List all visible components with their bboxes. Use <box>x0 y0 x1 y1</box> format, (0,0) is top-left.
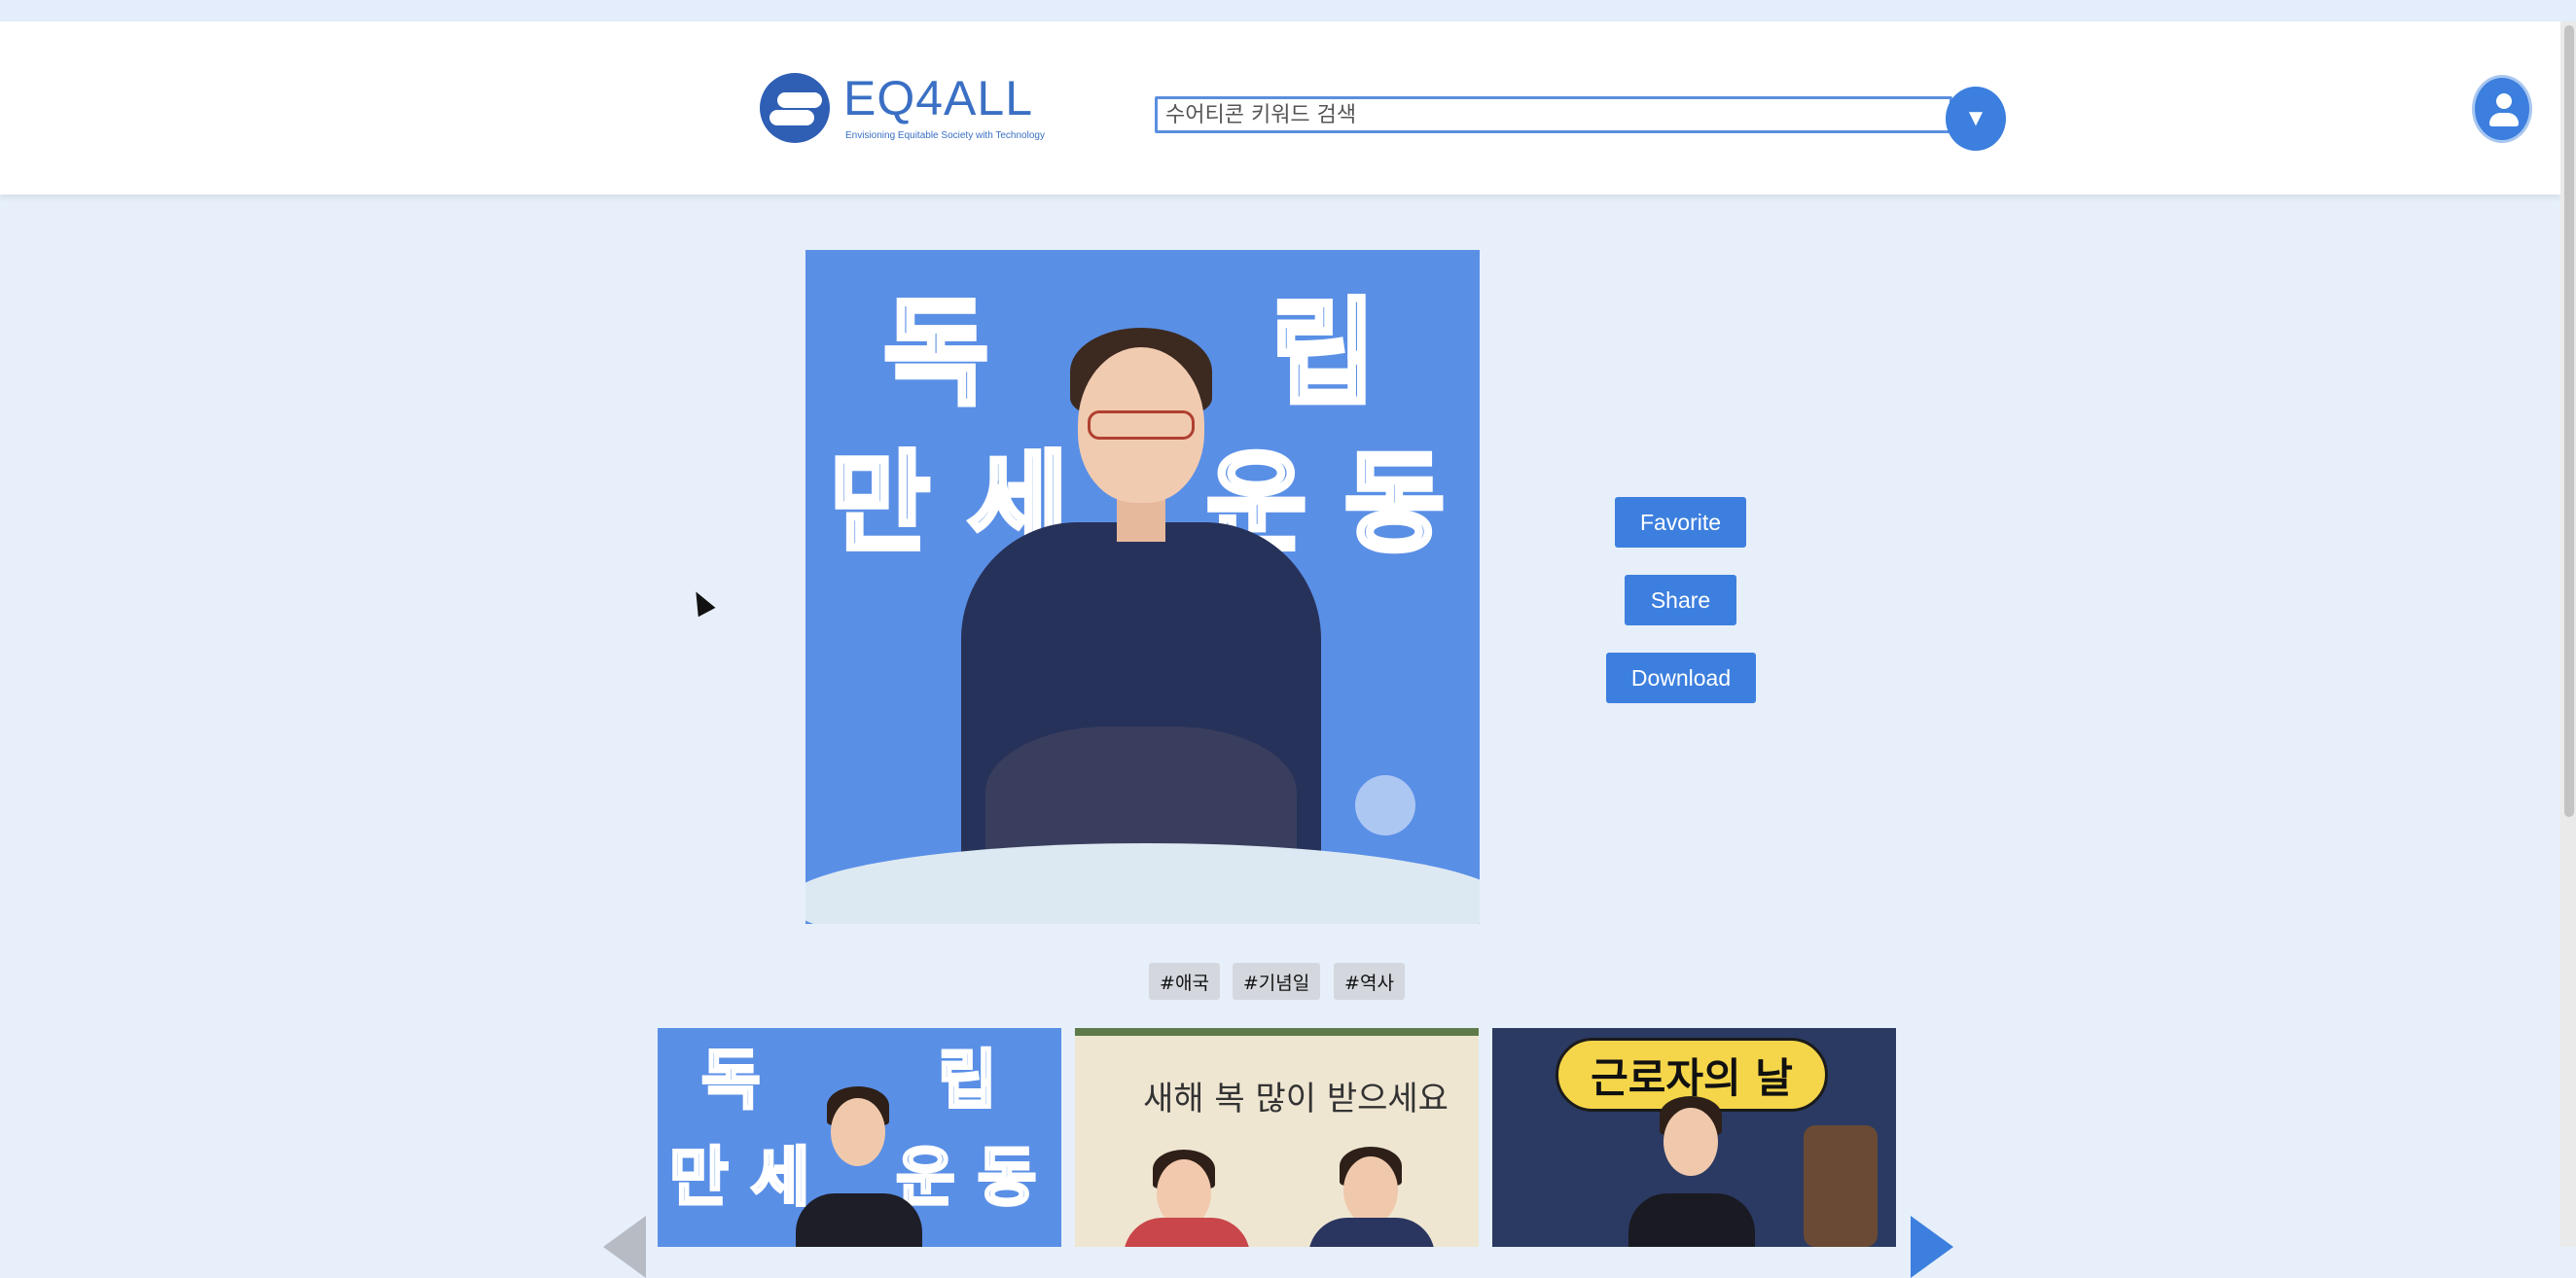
thumb-title: 만 세 <box>667 1139 810 1217</box>
download-button[interactable]: Download <box>1606 653 1756 703</box>
carousel-next-icon[interactable] <box>1911 1216 1953 1278</box>
watermark-logo-icon <box>1355 775 1415 835</box>
related-thumbnail[interactable]: 새해 복 많이 받으세요 <box>1075 1028 1479 1247</box>
carousel-prev-icon[interactable] <box>603 1216 646 1278</box>
user-profile-button[interactable] <box>2472 75 2532 143</box>
logo[interactable]: EQ4ALL Envisioning Equitable Society wit… <box>760 49 1052 146</box>
tag-chip[interactable]: #애국 <box>1149 963 1220 1000</box>
image-title-right-1: 립 <box>1269 284 1379 423</box>
search-dropdown-button[interactable]: ▼ <box>1946 87 2006 151</box>
main-signticon-image: 독 립 만 세 운 동 <box>805 250 1480 924</box>
tag-chip[interactable]: #기념일 <box>1233 963 1320 1000</box>
related-thumbnail[interactable]: 독 립 만 세 운 동 <box>658 1028 1061 1247</box>
thumb-title: 운 동 <box>894 1139 1037 1217</box>
avatar-body <box>1124 1218 1250 1247</box>
scrollbar-thumb[interactable] <box>2564 25 2574 817</box>
logo-icon <box>760 73 830 143</box>
thumb-caption: 새해 복 많이 받으세요 <box>1143 1080 1449 1118</box>
mouse-cursor-icon <box>687 586 716 618</box>
image-title-left-1: 독 <box>881 284 992 423</box>
chevron-down-icon: ▼ <box>1964 105 1987 131</box>
thumb-title: 립 <box>937 1042 999 1119</box>
logo-tagline: Envisioning Equitable Society with Techn… <box>845 130 1045 141</box>
barrel-illustration <box>1804 1125 1878 1247</box>
avatar-face <box>1343 1156 1398 1225</box>
favorite-button[interactable]: Favorite <box>1615 497 1746 548</box>
avatar-body <box>1628 1193 1755 1247</box>
avatar-glasses <box>1088 410 1195 440</box>
decor-strip <box>1075 1028 1479 1036</box>
cloud-illustration <box>805 843 1480 924</box>
logo-text: EQ4ALL <box>843 71 1034 125</box>
top-strip <box>0 0 2576 21</box>
avatar-face <box>1664 1108 1718 1176</box>
tag-chip[interactable]: #역사 <box>1334 963 1405 1000</box>
avatar-face <box>831 1098 885 1166</box>
search-input[interactable] <box>1155 96 1952 133</box>
share-button[interactable]: Share <box>1625 575 1736 625</box>
thumb-title: 독 <box>700 1042 763 1119</box>
avatar-body <box>1308 1218 1435 1247</box>
related-thumbnail[interactable]: 근로자의 날 <box>1492 1028 1896 1247</box>
avatar-body <box>796 1193 922 1247</box>
